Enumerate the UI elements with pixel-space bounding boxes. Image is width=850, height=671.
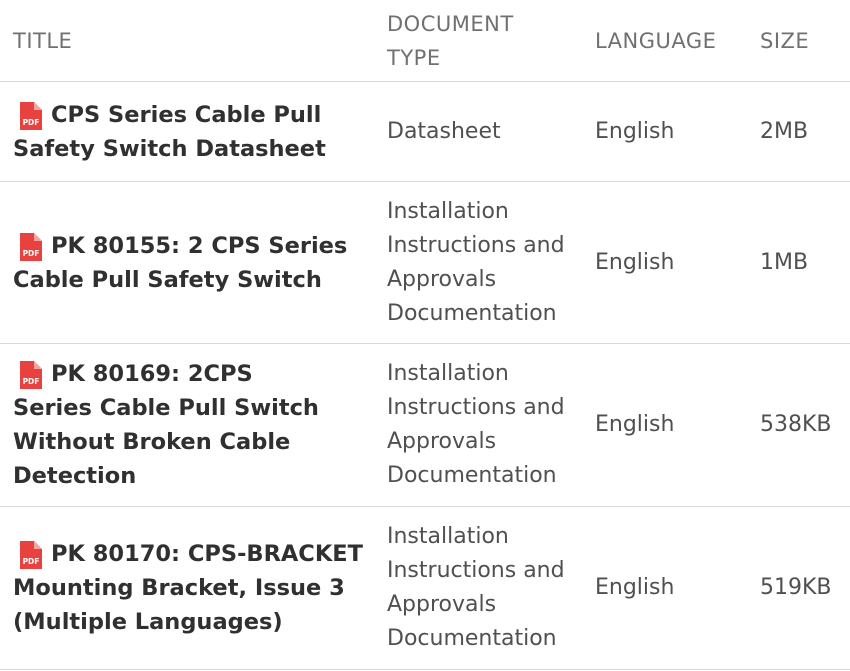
table-row: PDF PK 80170: CPS-BRACKET Mounting Brack… [0,507,850,670]
pdf-file-icon: PDF [20,232,42,261]
document-type-cell: Installation Instructions and Approvals … [387,524,565,651]
table-header-row: TITLE DOCUMENT TYPE LANGUAGE SIZE [0,0,850,82]
header-document-type: DOCUMENT TYPE [387,11,514,70]
document-title-link[interactable]: PK 80170: CPS-BRACKET Mounting Bracket, … [13,541,363,635]
svg-text:PDF: PDF [23,249,40,258]
language-cell: English [595,412,675,437]
document-type-cell: Installation Instructions and Approvals … [387,361,565,488]
header-language: LANGUAGE [595,28,717,53]
document-type-cell: Installation Instructions and Approvals … [387,198,565,326]
document-title-link[interactable]: PK 80169: 2CPS Series Cable Pull Switch … [13,361,319,489]
pdf-file-icon: PDF [20,101,42,130]
header-title: TITLE [13,28,73,53]
header-size: SIZE [760,28,810,53]
size-cell: 2MB [760,118,809,144]
table-row: PDF PK 80169: 2CPS Series Cable Pull Swi… [0,344,850,507]
language-cell: English [595,118,675,144]
size-cell: 1MB [760,249,809,275]
document-title-cell: PDF PK 80170: CPS-BRACKET Mounting Brack… [13,507,368,669]
svg-text:PDF: PDF [23,118,40,127]
language-cell: English [595,575,675,600]
svg-text:PDF: PDF [23,557,40,566]
document-title-cell: PDF PK 80169: 2CPS Series Cable Pull Swi… [13,344,368,506]
document-title-cell: PDF CPS Series Cable Pull Safety Switch … [13,82,368,181]
table-row: PDF PK 80155: 2 CPS Series Cable Pull Sa… [0,182,850,344]
size-cell: 519KB [760,575,832,600]
documents-table: TITLE DOCUMENT TYPE LANGUAGE SIZE PDF CP… [0,0,850,671]
document-type-cell: Datasheet [387,118,501,144]
document-title-link[interactable]: PK 80155: 2 CPS Series Cable Pull Safety… [13,233,347,293]
pdf-file-icon: PDF [20,541,42,569]
table-row: PDF CPS Series Cable Pull Safety Switch … [0,82,850,182]
language-cell: English [595,249,675,275]
document-title-link[interactable]: CPS Series Cable Pull Safety Switch Data… [13,102,326,162]
svg-text:PDF: PDF [23,377,40,386]
size-cell: 538KB [760,412,832,437]
pdf-file-icon: PDF [20,361,42,389]
document-title-cell: PDF PK 80155: 2 CPS Series Cable Pull Sa… [13,182,368,343]
